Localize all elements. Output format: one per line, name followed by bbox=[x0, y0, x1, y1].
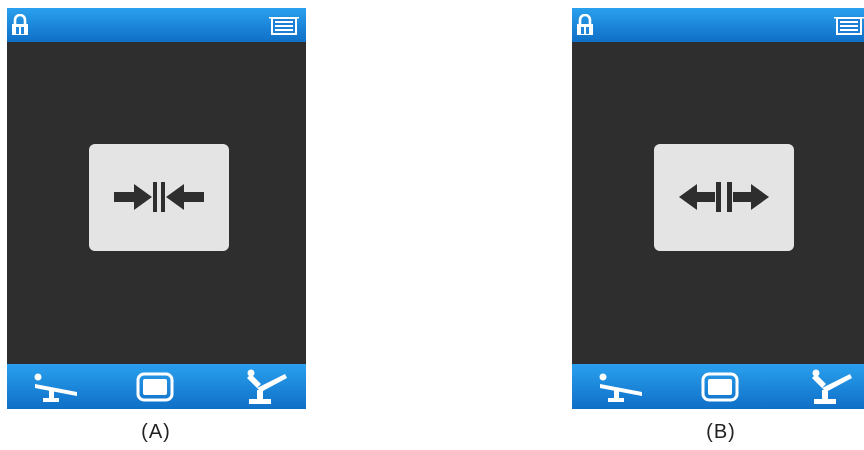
panel-caption-a: (A) bbox=[141, 421, 171, 443]
move-outward-button[interactable] bbox=[654, 144, 794, 251]
arrows-outward-icon bbox=[679, 182, 769, 212]
chair-upright-icon[interactable] bbox=[241, 368, 287, 406]
lock-icon[interactable] bbox=[11, 14, 29, 36]
chair-upright-icon[interactable] bbox=[806, 368, 852, 406]
bottom-bar bbox=[572, 364, 864, 409]
chair-recline-icon[interactable] bbox=[596, 370, 644, 404]
menu-icon[interactable] bbox=[269, 16, 299, 36]
chair-recline-icon[interactable] bbox=[31, 370, 79, 404]
monitor-icon[interactable] bbox=[135, 371, 175, 403]
top-bar bbox=[7, 8, 306, 42]
monitor-icon[interactable] bbox=[700, 371, 740, 403]
top-bar bbox=[572, 8, 864, 42]
panel-caption-b: (B) bbox=[706, 421, 736, 443]
panel-a bbox=[7, 8, 306, 409]
arrows-inward-icon bbox=[114, 182, 204, 212]
panel-b bbox=[572, 8, 864, 409]
device-screen bbox=[7, 8, 306, 409]
device-screen bbox=[572, 8, 864, 409]
bottom-bar bbox=[7, 364, 306, 409]
move-inward-button[interactable] bbox=[89, 144, 229, 251]
lock-icon[interactable] bbox=[576, 14, 594, 36]
menu-icon[interactable] bbox=[834, 16, 864, 36]
